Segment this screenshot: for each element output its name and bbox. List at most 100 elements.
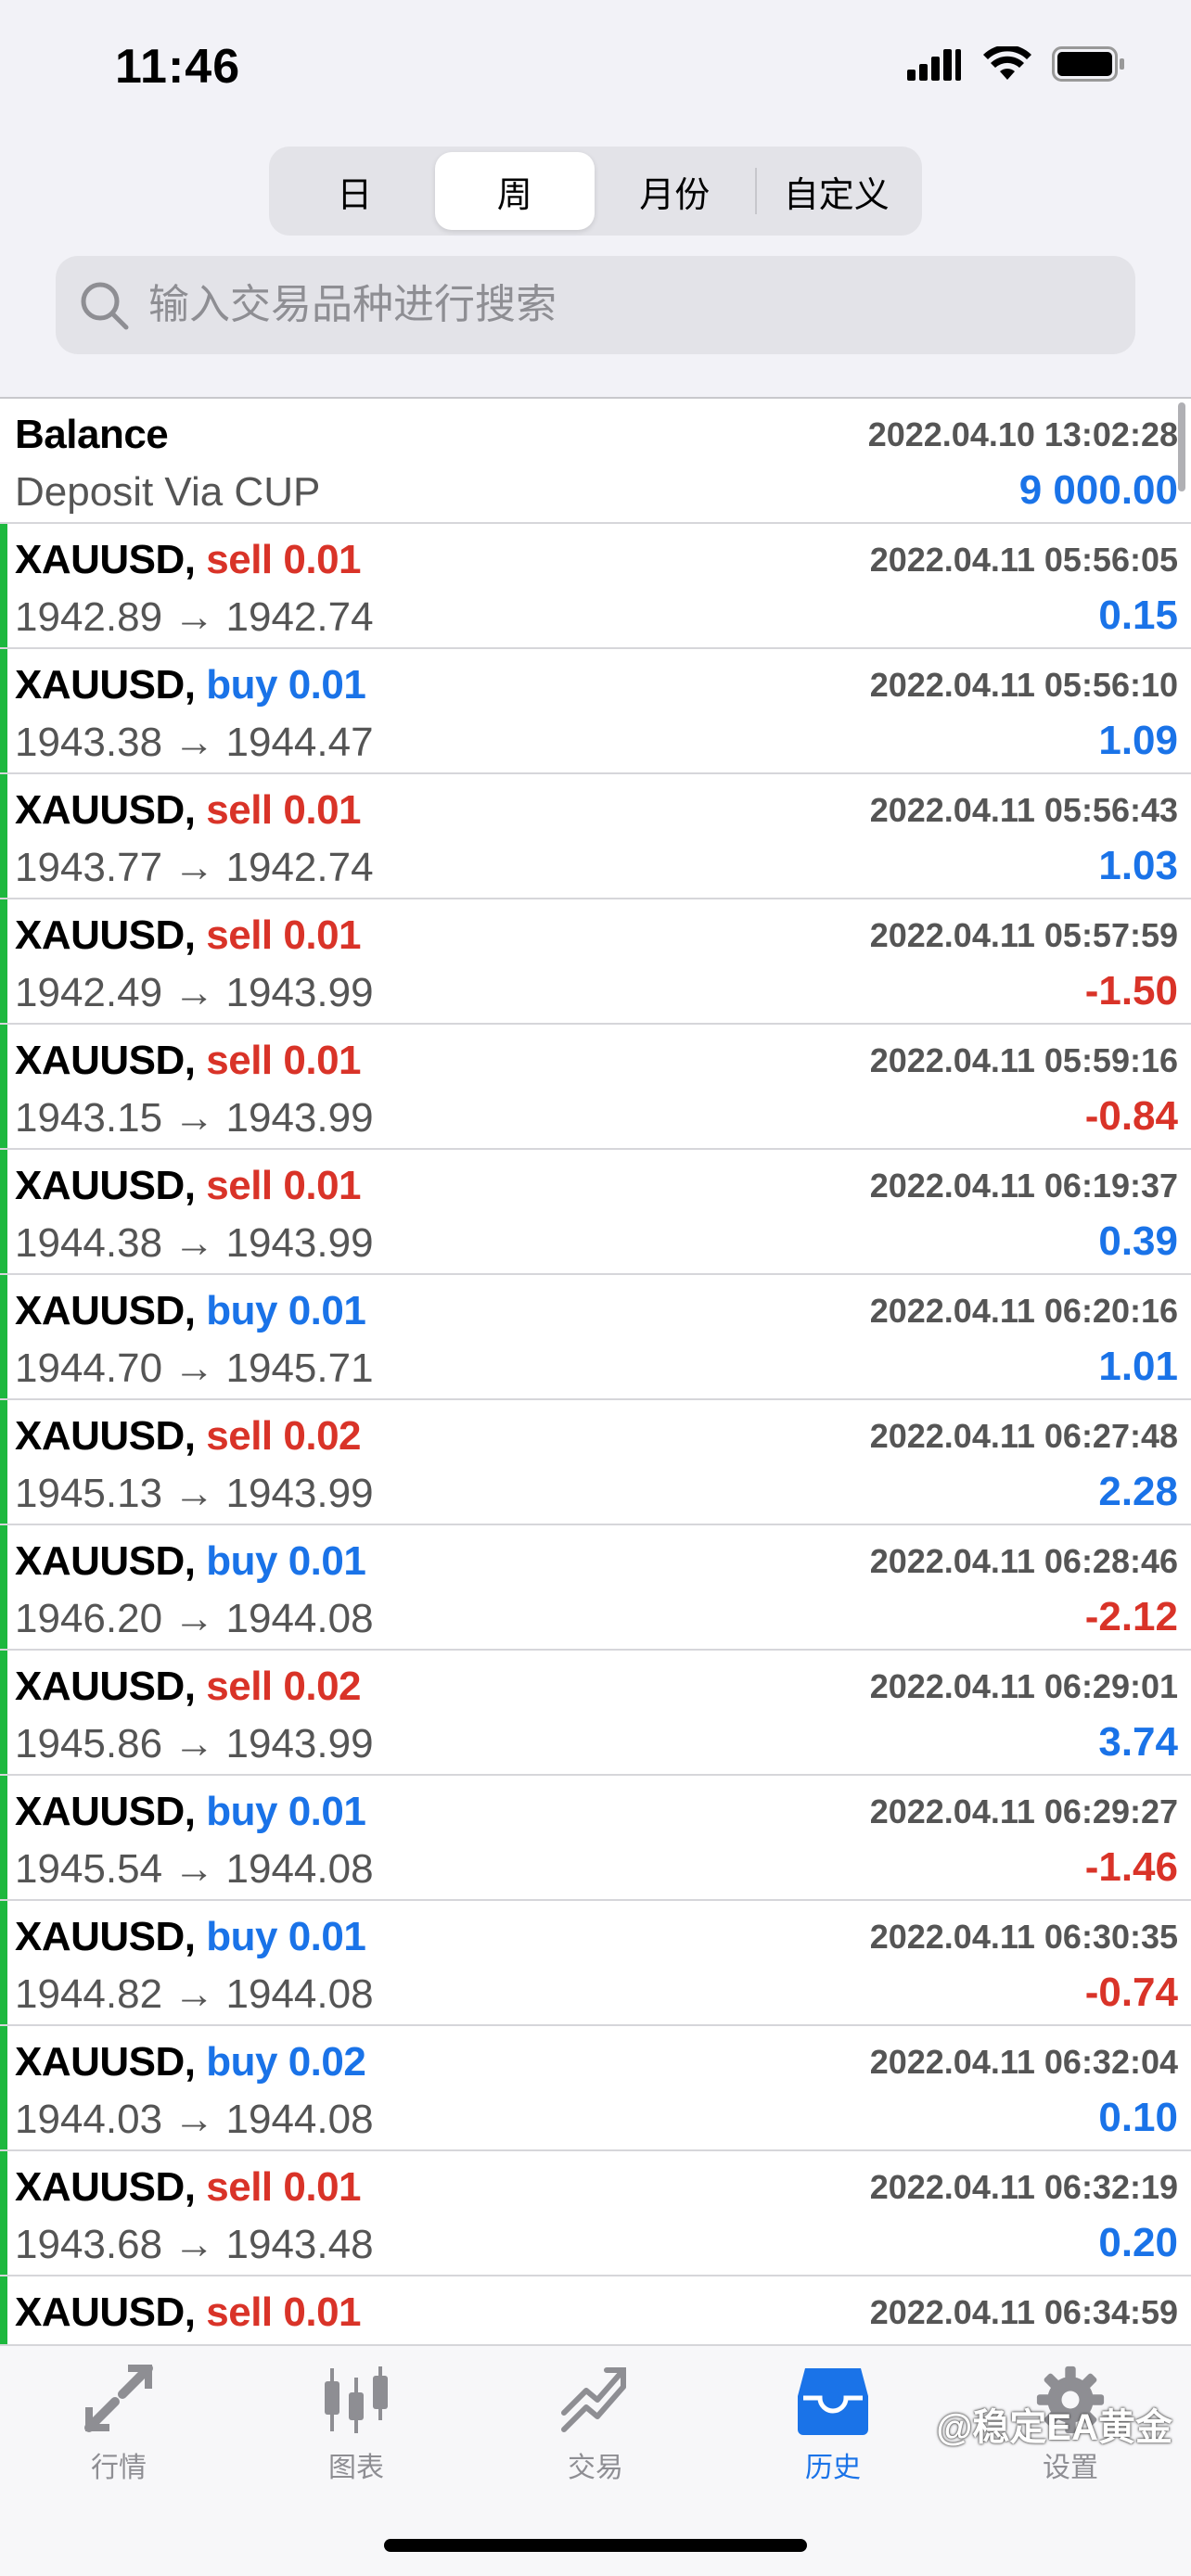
position-indicator-bar xyxy=(0,1901,7,2024)
trade-prices: 1945.13 → 1943.99 xyxy=(15,1471,374,1516)
tab-history-label: 历史 xyxy=(805,2453,861,2483)
history-list[interactable]: Balance 2022.04.10 13:02:28 Deposit Via … xyxy=(0,397,1191,2344)
trade-profit: 1.03 xyxy=(1098,843,1178,888)
trade-profit: -0.84 xyxy=(1084,1093,1178,1139)
position-indicator-bar xyxy=(0,1525,7,1649)
trade-side: sell 0.01 xyxy=(206,787,362,833)
trade-symbol: XAUUSD, sell 0.02 xyxy=(15,1664,362,1710)
symbol-text: XAUUSD, xyxy=(15,537,196,582)
position-indicator-bar xyxy=(0,1651,7,1774)
trade-symbol: XAUUSD, sell 0.01 xyxy=(15,787,362,834)
table-row[interactable]: XAUUSD, buy 0.02 2022.04.11 06:32:04 1944.… xyxy=(0,2026,1191,2151)
table-row[interactable]: XAUUSD, buy 0.01 2022.04.11 06:28:46 1946.… xyxy=(0,1525,1191,1651)
status-icons xyxy=(907,46,1126,82)
trade-side: sell 0.01 xyxy=(206,1038,362,1083)
tab-quotes[interactable]: 行情 xyxy=(45,2365,193,2485)
table-row[interactable]: XAUUSD, sell 0.01 2022.04.11 05:59:16 1943… xyxy=(0,1025,1191,1150)
symbol-text: XAUUSD, xyxy=(15,2039,196,2085)
balance-title: Balance xyxy=(15,412,169,457)
position-indicator-bar xyxy=(0,649,7,772)
table-row[interactable]: XAUUSD, buy 0.01 2022.04.11 06:30:35 1944.… xyxy=(0,1901,1191,2026)
trade-profit: 0.20 xyxy=(1098,2220,1178,2265)
trade-profit: 0.10 xyxy=(1098,2095,1178,2140)
search-bar[interactable] xyxy=(56,256,1135,354)
position-indicator-bar xyxy=(0,899,7,1023)
balance-amount: 9 000.00 xyxy=(1018,467,1178,513)
position-indicator-bar xyxy=(0,1776,7,1899)
table-row[interactable]: XAUUSD, buy 0.01 2022.04.11 06:20:16 1944.… xyxy=(0,1275,1191,1400)
symbol-text: XAUUSD, xyxy=(15,1914,196,1959)
trade-icon xyxy=(561,2367,626,2432)
trade-prices: 1944.82 → 1944.08 xyxy=(15,1971,374,2017)
trade-prices: 1945.54 → 1944.08 xyxy=(15,1846,374,1892)
trade-time: 2022.04.11 05:59:16 xyxy=(869,1041,1178,1079)
tab-trade-label: 交易 xyxy=(568,2453,623,2483)
trade-prices: 1942.89 → 1942.74 xyxy=(15,594,374,640)
tab-trade[interactable]: 交易 xyxy=(521,2365,670,2485)
table-row[interactable]: XAUUSD, sell 0.01 2022.04.11 05:57:59 1942… xyxy=(0,899,1191,1025)
symbol-text: XAUUSD, xyxy=(15,1789,196,1834)
table-row[interactable]: XAUUSD, sell 0.01 2022.04.11 06:32:19 1943… xyxy=(0,2151,1191,2276)
table-row[interactable]: XAUUSD, sell 0.02 2022.04.11 06:27:48 1945… xyxy=(0,1400,1191,1525)
tab-quotes-label: 行情 xyxy=(91,2453,147,2483)
trade-symbol: XAUUSD, buy 0.01 xyxy=(15,1789,366,1835)
symbol-text: XAUUSD, xyxy=(15,1538,196,1584)
trade-side: sell 0.01 xyxy=(206,2289,362,2335)
trade-side: buy 0.01 xyxy=(206,1538,366,1584)
history-icon xyxy=(798,2368,868,2435)
table-row[interactable]: XAUUSD, buy 0.01 2022.04.11 06:29:27 1945.… xyxy=(0,1776,1191,1901)
position-indicator-bar xyxy=(0,524,7,647)
table-row[interactable]: XAUUSD, buy 0.01 2022.04.11 05:56:10 1943.… xyxy=(0,649,1191,774)
trade-time: 2022.04.11 06:32:19 xyxy=(869,2168,1178,2206)
trade-profit: 3.74 xyxy=(1098,1719,1178,1765)
home-indicator[interactable] xyxy=(384,2539,807,2552)
trade-time: 2022.04.11 06:28:46 xyxy=(869,1542,1178,1580)
trade-side: sell 0.01 xyxy=(206,537,362,582)
trade-time: 2022.04.11 05:56:10 xyxy=(869,666,1178,704)
table-row[interactable]: XAUUSD, sell 0.01 2022.04.11 06:34:59 xyxy=(0,2276,1191,2344)
table-row[interactable]: XAUUSD, sell 0.01 2022.04.11 05:56:43 1943… xyxy=(0,774,1191,899)
trade-symbol: XAUUSD, sell 0.01 xyxy=(15,2289,362,2336)
trade-side: sell 0.01 xyxy=(206,1163,362,1208)
position-indicator-bar xyxy=(0,2151,7,2275)
trade-time: 2022.04.11 05:56:43 xyxy=(869,791,1178,829)
table-row[interactable]: XAUUSD, sell 0.02 2022.04.11 06:29:01 1945… xyxy=(0,1651,1191,1776)
trade-side: sell 0.02 xyxy=(206,1664,362,1709)
cellular-signal-icon xyxy=(907,49,961,81)
tab-history[interactable]: 历史 xyxy=(759,2365,907,2485)
trade-time: 2022.04.11 06:34:59 xyxy=(869,2293,1178,2331)
trade-rows: XAUUSD, sell 0.01 2022.04.11 05:56:05 1942… xyxy=(0,524,1191,2344)
table-row[interactable]: XAUUSD, sell 0.01 2022.04.11 06:19:37 1944… xyxy=(0,1150,1191,1275)
symbol-text: XAUUSD, xyxy=(15,1413,196,1459)
search-input[interactable] xyxy=(148,282,1076,328)
period-tab-week[interactable]: 周 xyxy=(434,152,595,230)
trade-time: 2022.04.11 06:30:35 xyxy=(869,1918,1178,1956)
period-tab-day[interactable]: 日 xyxy=(275,152,435,230)
position-indicator-bar xyxy=(0,1150,7,1273)
trade-side: sell 0.01 xyxy=(206,2164,362,2210)
balance-row[interactable]: Balance 2022.04.10 13:02:28 Deposit Via … xyxy=(0,399,1191,524)
trade-symbol: XAUUSD, sell 0.01 xyxy=(15,2164,362,2211)
trade-symbol: XAUUSD, sell 0.02 xyxy=(15,1413,362,1460)
trade-prices: 1943.15 → 1943.99 xyxy=(15,1095,374,1141)
trade-profit: -1.46 xyxy=(1084,1844,1178,1890)
table-row[interactable]: XAUUSD, sell 0.01 2022.04.11 05:56:05 1942… xyxy=(0,524,1191,649)
period-tab-month[interactable]: 月份 xyxy=(595,152,755,230)
symbol-text: XAUUSD, xyxy=(15,1038,196,1083)
trade-side: sell 0.01 xyxy=(206,912,362,958)
trade-symbol: XAUUSD, sell 0.01 xyxy=(15,1163,362,1209)
tab-chart[interactable]: 图表 xyxy=(282,2365,430,2485)
trade-prices: 1946.20 → 1944.08 xyxy=(15,1596,374,1641)
position-indicator-bar xyxy=(0,1275,7,1398)
trade-profit: 1.09 xyxy=(1098,718,1178,763)
position-indicator-bar xyxy=(0,1400,7,1524)
trade-side: buy 0.02 xyxy=(206,2039,366,2085)
trade-side: sell 0.02 xyxy=(206,1413,362,1459)
trade-time: 2022.04.11 06:19:37 xyxy=(869,1167,1178,1205)
status-bar: 11:46 xyxy=(0,0,1191,139)
period-tab-custom[interactable]: 自定义 xyxy=(757,152,917,230)
trade-profit: 1.01 xyxy=(1098,1344,1178,1389)
trade-symbol: XAUUSD, buy 0.01 xyxy=(15,1914,366,1960)
symbol-text: XAUUSD, xyxy=(15,912,196,958)
trade-prices: 1944.70 → 1945.71 xyxy=(15,1345,374,1391)
